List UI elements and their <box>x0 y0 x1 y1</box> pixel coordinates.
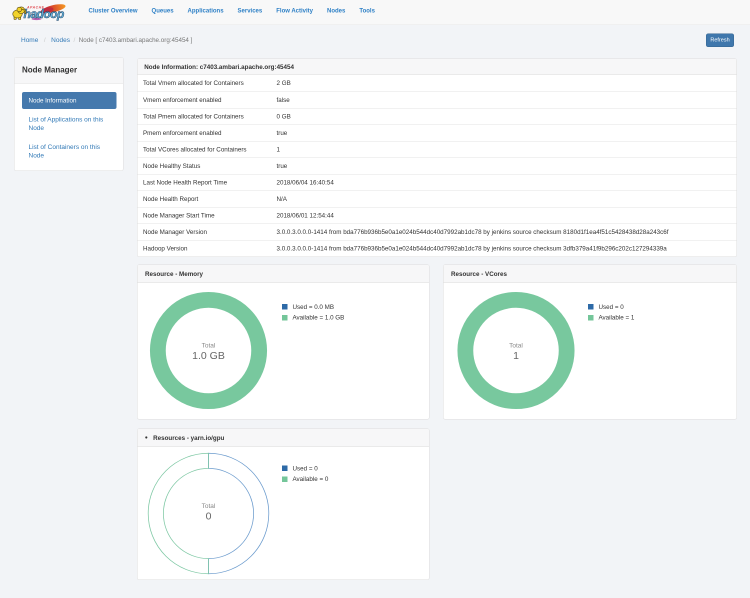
svg-text:hadoop: hadoop <box>24 7 64 21</box>
